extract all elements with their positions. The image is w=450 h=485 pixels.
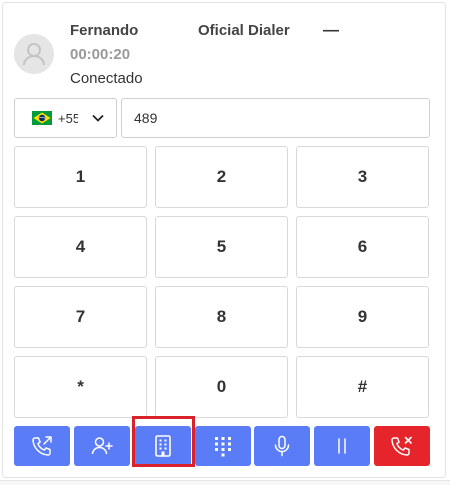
page-bottom-divider bbox=[0, 480, 450, 485]
key-4[interactable]: 4 bbox=[14, 216, 147, 278]
chevron-down-icon bbox=[92, 114, 104, 122]
microphone-icon bbox=[274, 435, 290, 457]
building-icon bbox=[155, 435, 171, 457]
key-star[interactable]: * bbox=[14, 356, 147, 418]
company-button[interactable] bbox=[135, 426, 191, 466]
caller-name: Fernando bbox=[70, 22, 139, 39]
phone-forward-icon bbox=[32, 436, 52, 456]
hang-up-button[interactable] bbox=[374, 426, 430, 466]
country-code-select[interactable]: +55 bbox=[14, 98, 117, 138]
country-dial-code: +55 bbox=[58, 110, 78, 126]
key-6[interactable]: 6 bbox=[296, 216, 429, 278]
user-plus-icon bbox=[91, 437, 113, 455]
keypad-icon bbox=[215, 437, 231, 457]
key-9[interactable]: 9 bbox=[296, 286, 429, 348]
pause-icon bbox=[338, 438, 346, 454]
key-hash[interactable]: # bbox=[296, 356, 429, 418]
add-participant-button[interactable] bbox=[74, 426, 130, 466]
key-7[interactable]: 7 bbox=[14, 286, 147, 348]
avatar bbox=[14, 34, 54, 74]
call-status: Conectado bbox=[70, 70, 143, 87]
user-silhouette-icon bbox=[14, 34, 54, 74]
hold-button[interactable] bbox=[314, 426, 370, 466]
key-0[interactable]: 0 bbox=[155, 356, 288, 418]
key-8[interactable]: 8 bbox=[155, 286, 288, 348]
key-1[interactable]: 1 bbox=[14, 146, 147, 208]
key-3[interactable]: 3 bbox=[296, 146, 429, 208]
minimize-button[interactable]: — bbox=[322, 22, 340, 40]
show-keypad-button[interactable] bbox=[195, 426, 251, 466]
brazil-flag-icon bbox=[32, 111, 52, 125]
call-timer: 00:00:20 bbox=[70, 46, 131, 63]
phone-number-input[interactable] bbox=[121, 98, 430, 138]
app-title: Oficial Dialer bbox=[198, 22, 290, 39]
transfer-call-button[interactable] bbox=[14, 426, 70, 466]
microphone-button[interactable] bbox=[254, 426, 310, 466]
phone-hangup-icon bbox=[391, 436, 412, 456]
key-2[interactable]: 2 bbox=[155, 146, 288, 208]
key-5[interactable]: 5 bbox=[155, 216, 288, 278]
